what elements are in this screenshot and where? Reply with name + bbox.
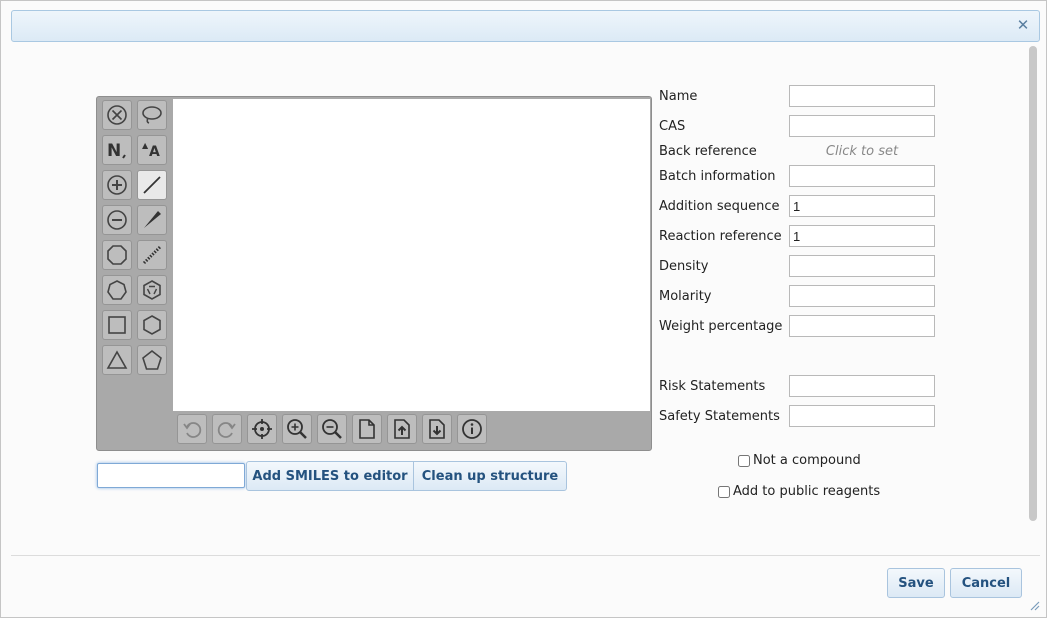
batch-information-label: Batch information bbox=[659, 169, 776, 184]
cyclobutane-icon[interactable] bbox=[102, 310, 132, 340]
add-to-public-reagents-row[interactable]: Add to public reagents bbox=[718, 484, 880, 499]
cyclooctane-icon[interactable] bbox=[102, 240, 132, 270]
not-a-compound-label: Not a compound bbox=[753, 453, 861, 468]
addition-sequence-label: Addition sequence bbox=[659, 199, 780, 214]
drawing-canvas[interactable] bbox=[173, 99, 650, 411]
clean-up-structure-button[interactable]: Clean up structure bbox=[413, 461, 567, 491]
center-icon[interactable] bbox=[247, 414, 277, 444]
back-reference-label: Back reference bbox=[659, 144, 757, 159]
wedge-bond-icon[interactable] bbox=[137, 205, 167, 235]
open-file-icon[interactable] bbox=[387, 414, 417, 444]
weight-percentage-label: Weight percentage bbox=[659, 319, 783, 334]
safety-statements-label: Safety Statements bbox=[659, 409, 780, 424]
close-icon[interactable]: ✕ bbox=[1015, 17, 1031, 33]
density-label: Density bbox=[659, 259, 709, 274]
svg-text:N: N bbox=[107, 141, 121, 161]
molarity-field[interactable] bbox=[789, 285, 935, 307]
cas-field[interactable] bbox=[789, 115, 935, 137]
not-a-compound-row[interactable]: Not a compound bbox=[738, 453, 861, 468]
cas-label: CAS bbox=[659, 119, 686, 134]
svg-text:▲: ▲ bbox=[142, 141, 149, 150]
add-to-public-reagents-checkbox[interactable] bbox=[718, 485, 730, 498]
dialog-titlebar[interactable]: ✕ bbox=[11, 10, 1040, 42]
cyclohexane-icon[interactable] bbox=[137, 310, 167, 340]
new-document-icon[interactable] bbox=[352, 414, 382, 444]
zoom-in-icon[interactable] bbox=[282, 414, 312, 444]
save-button[interactable]: Save bbox=[887, 568, 945, 598]
charge-minus-icon[interactable] bbox=[102, 205, 132, 235]
lasso-icon[interactable] bbox=[137, 100, 167, 130]
cyclopentane-icon[interactable] bbox=[137, 345, 167, 375]
batch-information-field[interactable] bbox=[789, 165, 935, 187]
atom-label-icon[interactable]: N bbox=[102, 135, 132, 165]
add-smiles-button[interactable]: Add SMILES to editor bbox=[246, 461, 414, 491]
molarity-label: Molarity bbox=[659, 289, 712, 304]
zoom-out-icon[interactable] bbox=[317, 414, 347, 444]
safety-statements-field[interactable] bbox=[789, 405, 935, 427]
clear-icon[interactable] bbox=[102, 100, 132, 130]
footer-divider bbox=[11, 555, 1040, 556]
back-reference-click-to-set[interactable]: Click to set bbox=[789, 144, 935, 159]
text-icon[interactable]: ▲ A bbox=[137, 135, 167, 165]
addition-sequence-field[interactable] bbox=[789, 195, 935, 217]
weight-percentage-field[interactable] bbox=[789, 315, 935, 337]
add-to-public-reagents-label: Add to public reagents bbox=[733, 484, 881, 499]
reagent-dialog: ✕ N ▲ A Add SMILES to editor Clean up st… bbox=[0, 0, 1047, 618]
resize-grip-icon[interactable] bbox=[1030, 601, 1040, 611]
name-field[interactable] bbox=[789, 85, 935, 107]
smiles-input[interactable] bbox=[97, 463, 245, 488]
cycloheptane-icon[interactable] bbox=[102, 275, 132, 305]
reaction-reference-label: Reaction reference bbox=[659, 229, 782, 244]
risk-statements-field[interactable] bbox=[789, 375, 935, 397]
vertical-scrollbar[interactable] bbox=[1028, 46, 1038, 549]
risk-statements-label: Risk Statements bbox=[659, 379, 766, 394]
reaction-reference-field[interactable] bbox=[789, 225, 935, 247]
cyclopropane-icon[interactable] bbox=[102, 345, 132, 375]
density-field[interactable] bbox=[789, 255, 935, 277]
single-bond-icon[interactable] bbox=[137, 170, 167, 200]
charge-plus-icon[interactable] bbox=[102, 170, 132, 200]
structure-editor: N ▲ A bbox=[96, 96, 652, 451]
cancel-button[interactable]: Cancel bbox=[950, 568, 1022, 598]
svg-text:A: A bbox=[149, 144, 160, 160]
not-a-compound-checkbox[interactable] bbox=[738, 454, 750, 467]
redo-icon[interactable] bbox=[212, 414, 242, 444]
info-icon[interactable] bbox=[457, 414, 487, 444]
scrollbar-thumb[interactable] bbox=[1029, 46, 1037, 521]
name-label: Name bbox=[659, 89, 698, 104]
benzene-icon[interactable] bbox=[137, 275, 167, 305]
undo-icon[interactable] bbox=[177, 414, 207, 444]
save-file-icon[interactable] bbox=[422, 414, 452, 444]
hash-bond-icon[interactable] bbox=[137, 240, 167, 270]
